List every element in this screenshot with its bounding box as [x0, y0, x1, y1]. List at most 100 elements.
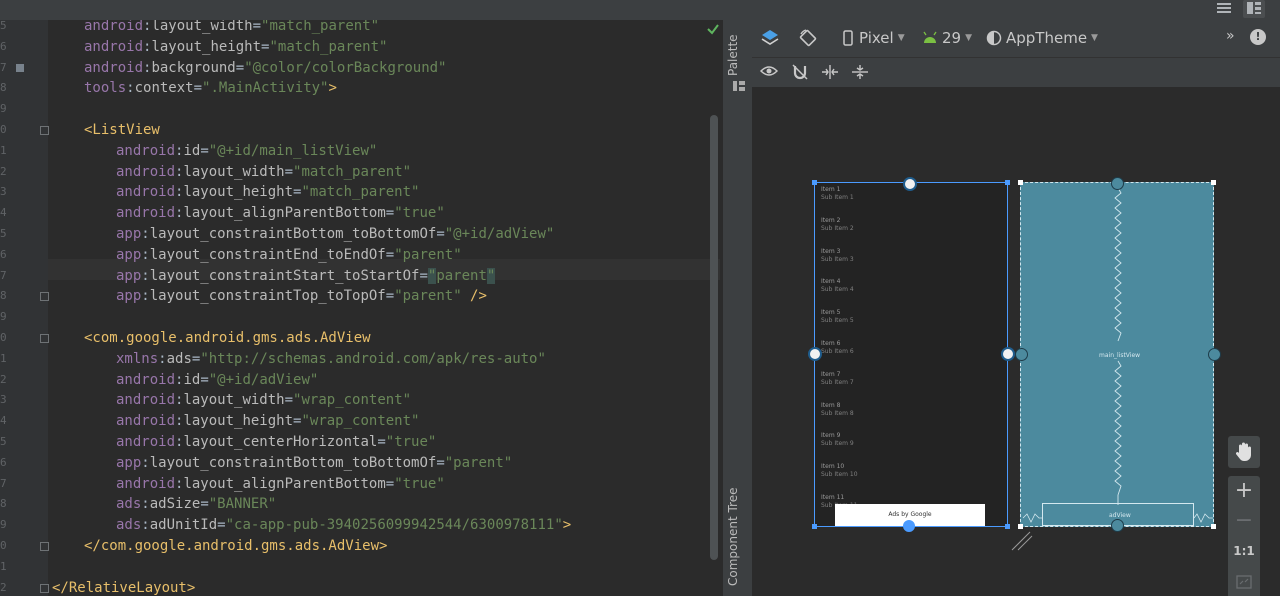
- list-item-title: Item 9: [821, 432, 841, 440]
- code-line[interactable]: android:layout_height="match_parent": [116, 182, 419, 203]
- resize-corner[interactable]: [1211, 180, 1216, 185]
- constraint-handle-top[interactable]: [903, 177, 917, 191]
- code-line[interactable]: android:layout_height="wrap_content": [116, 411, 419, 432]
- magnet-off-icon[interactable]: [791, 64, 809, 80]
- pan-hand-icon[interactable]: [1228, 436, 1260, 468]
- list-item-subtitle: Sub Item 2: [821, 224, 854, 232]
- list-item-subtitle: Sub Item 3: [821, 255, 854, 263]
- attr-name: ads: [166, 350, 192, 367]
- code-line[interactable]: android:id="@+id/main_listView": [116, 141, 377, 162]
- code-line[interactable]: app:layout_constraintTop_toTopOf="parent…: [116, 286, 487, 307]
- zoom-in-button[interactable]: +: [1228, 478, 1260, 503]
- xml-tag: </RelativeLayout>: [52, 579, 196, 596]
- list-view-icon[interactable]: [1213, 0, 1235, 18]
- api-level-label: 29: [942, 29, 962, 47]
- theme-selector[interactable]: AppTheme ▼: [986, 29, 1098, 47]
- code-line[interactable]: app:layout_constraintEnd_toEndOf="parent…: [116, 245, 462, 266]
- blueprint-handle-bottom[interactable]: [1111, 519, 1124, 532]
- zoom-to-fit-icon[interactable]: [1228, 574, 1260, 593]
- overflow-icon[interactable]: »: [1226, 28, 1235, 44]
- blueprint-handle-left[interactable]: [1015, 348, 1028, 361]
- blueprint-handle-top[interactable]: [1111, 177, 1124, 190]
- expand-horizontal-icon[interactable]: [821, 64, 839, 80]
- attr-namespace: app: [116, 246, 142, 263]
- code-line[interactable]: ads:adSize="BANNER": [116, 494, 276, 515]
- fold-toggle-icon[interactable]: [40, 334, 49, 343]
- side-tool-strip: Palette Component Tree: [722, 20, 752, 596]
- code-line[interactable]: </com.google.android.gms.ads.AdView>: [84, 536, 387, 557]
- equals: =: [385, 288, 395, 305]
- code-line[interactable]: app:layout_constraintStart_toStartOf= "pa…: [116, 266, 496, 287]
- device-selector[interactable]: Pixel ▼: [842, 29, 905, 47]
- eye-icon[interactable]: [760, 64, 778, 78]
- chevron-down-icon: ▼: [897, 33, 905, 43]
- component-tree-tab[interactable]: Component Tree: [726, 488, 740, 586]
- code-line[interactable]: android:layout_height="match_parent": [84, 37, 387, 58]
- layers-icon[interactable]: [760, 28, 780, 48]
- code-line[interactable]: </RelativeLayout>: [52, 578, 195, 596]
- split-view-icon[interactable]: [1243, 0, 1265, 18]
- constraint-handle-right[interactable]: [1001, 347, 1015, 361]
- list-item-title: Item 5: [821, 309, 841, 317]
- resize-corner[interactable]: [812, 180, 817, 185]
- design-preview[interactable]: Item 1 Sub Item 1 Item 2 Sub Item 2 Item 3 Su…: [808, 177, 1015, 532]
- fold-toggle-icon[interactable]: [40, 292, 49, 302]
- code-line[interactable]: android:background="@color/colorBackgrou…: [84, 58, 446, 79]
- code-line[interactable]: android:layout_width="match_parent": [116, 162, 411, 183]
- code-line[interactable]: android:layout_alignParentBottom="true": [116, 474, 445, 495]
- constraint-handle-left[interactable]: [808, 347, 822, 361]
- attr-name: layout_width: [151, 20, 253, 34]
- attr-value: parent: [436, 267, 487, 284]
- line-number: 3: [0, 393, 7, 407]
- code-line[interactable]: app:layout_constraintBottom_toBottomOf="…: [116, 224, 554, 245]
- attr-name: layout_constraintStart_toStartOf: [149, 267, 420, 284]
- fold-toggle-icon[interactable]: [40, 126, 49, 135]
- list-item-title: Item 4: [821, 278, 841, 286]
- code-line[interactable]: android:layout_centerHorizontal="true": [116, 432, 436, 453]
- resize-corner[interactable]: [1018, 180, 1023, 185]
- attr-name: layout_constraintBottom_toBottomOf: [149, 454, 437, 471]
- attr-namespace: ads: [116, 517, 142, 534]
- fold-toggle-icon[interactable]: [40, 583, 49, 593]
- warning-icon[interactable]: !: [1250, 29, 1266, 45]
- zoom-actual-size-button[interactable]: 1:1: [1228, 544, 1260, 558]
- zoom-out-button[interactable]: −: [1228, 508, 1260, 533]
- constraint-handle-bottom[interactable]: [903, 520, 915, 532]
- code-line[interactable]: android:id="@+id/adView": [116, 370, 318, 391]
- attr-namespace: android: [84, 20, 144, 34]
- resize-corner[interactable]: [1211, 524, 1216, 529]
- palette-tab[interactable]: Palette: [726, 34, 740, 76]
- attr-value: "true": [385, 434, 437, 450]
- code-line[interactable]: android:layout_alignParentBottom="true": [116, 203, 445, 224]
- list-item: Item 3 Sub Item 3: [821, 248, 854, 264]
- code-line[interactable]: android:layout_width="match_parent": [84, 20, 379, 37]
- attr-namespace: android: [116, 142, 176, 159]
- attr-value: ".MainActivity": [202, 80, 329, 97]
- attr-namespace: ads: [116, 496, 142, 513]
- blueprint-handle-right[interactable]: [1208, 348, 1221, 361]
- code-line[interactable]: <com.google.android.gms.ads.AdView: [84, 328, 371, 349]
- attr-value: "true": [394, 475, 445, 492]
- list-item-subtitle: Sub Item 4: [821, 286, 854, 294]
- code-line[interactable]: ads:adUnitId="ca-app-pub-394025609994254…: [116, 515, 571, 536]
- code-line[interactable]: <ListView: [84, 120, 160, 141]
- attr-value: "true": [394, 205, 445, 222]
- fold-toggle-icon[interactable]: [40, 542, 49, 551]
- resize-corner[interactable]: [812, 524, 817, 529]
- orientation-icon[interactable]: [798, 28, 818, 48]
- equals: =: [377, 434, 386, 450]
- code-line[interactable]: tools:context=".MainActivity">: [84, 78, 337, 99]
- code-line[interactable]: app:layout_constraintBottom_toBottomOf="…: [116, 453, 512, 474]
- resize-corner[interactable]: [1005, 180, 1010, 185]
- line-number: 9: [0, 310, 7, 324]
- editor-scrollbar[interactable]: [710, 115, 718, 560]
- code-line[interactable]: android:layout_width="wrap_content": [116, 390, 411, 411]
- expand-vertical-icon[interactable]: [851, 64, 869, 80]
- blueprint-preview[interactable]: main_listView adView: [1015, 177, 1221, 532]
- attr-name: adSize: [149, 496, 201, 513]
- api-level-selector[interactable]: 29 ▼: [922, 29, 972, 47]
- attr-value: "parent": [394, 288, 462, 305]
- code-line[interactable]: xmlns:ads="http://schemas.android.com/ap…: [116, 349, 546, 370]
- resize-grip-icon[interactable]: [1010, 528, 1034, 552]
- code-editor[interactable]: 5678901234567890123456789012 android:lay…: [0, 20, 722, 596]
